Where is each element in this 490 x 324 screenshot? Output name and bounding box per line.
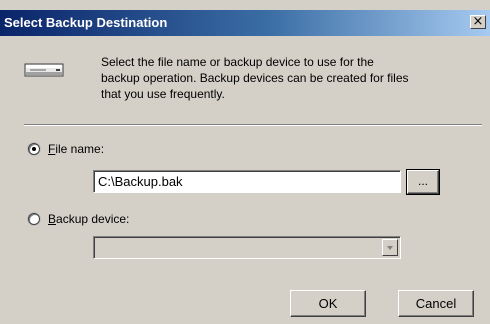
description-text: Select the file name or backup device to… <box>101 55 409 101</box>
backup-device-label[interactable]: Backup device: <box>48 212 129 226</box>
file-name-radio[interactable] <box>28 143 40 155</box>
cancel-button[interactable]: Cancel <box>398 290 474 317</box>
chevron-down-icon[interactable] <box>382 239 398 256</box>
close-button[interactable]: × <box>470 14 486 29</box>
tape-drive-icon <box>24 63 64 77</box>
select-backup-destination-dialog: Select Backup Destination × Select the f… <box>0 0 490 324</box>
backup-device-select[interactable] <box>93 236 401 259</box>
file-name-input[interactable]: C:\Backup.bak <box>93 170 401 193</box>
browse-button[interactable]: ... <box>407 170 439 194</box>
backup-device-radio[interactable] <box>28 213 40 225</box>
dialog-title: Select Backup Destination <box>4 15 168 30</box>
close-icon: × <box>472 14 484 29</box>
ok-button[interactable]: OK <box>290 290 366 317</box>
browse-button-label: ... <box>417 174 428 188</box>
title-bar[interactable]: Select Backup Destination × <box>0 10 490 36</box>
separator <box>24 124 482 126</box>
file-name-label[interactable]: File name: <box>48 142 104 156</box>
